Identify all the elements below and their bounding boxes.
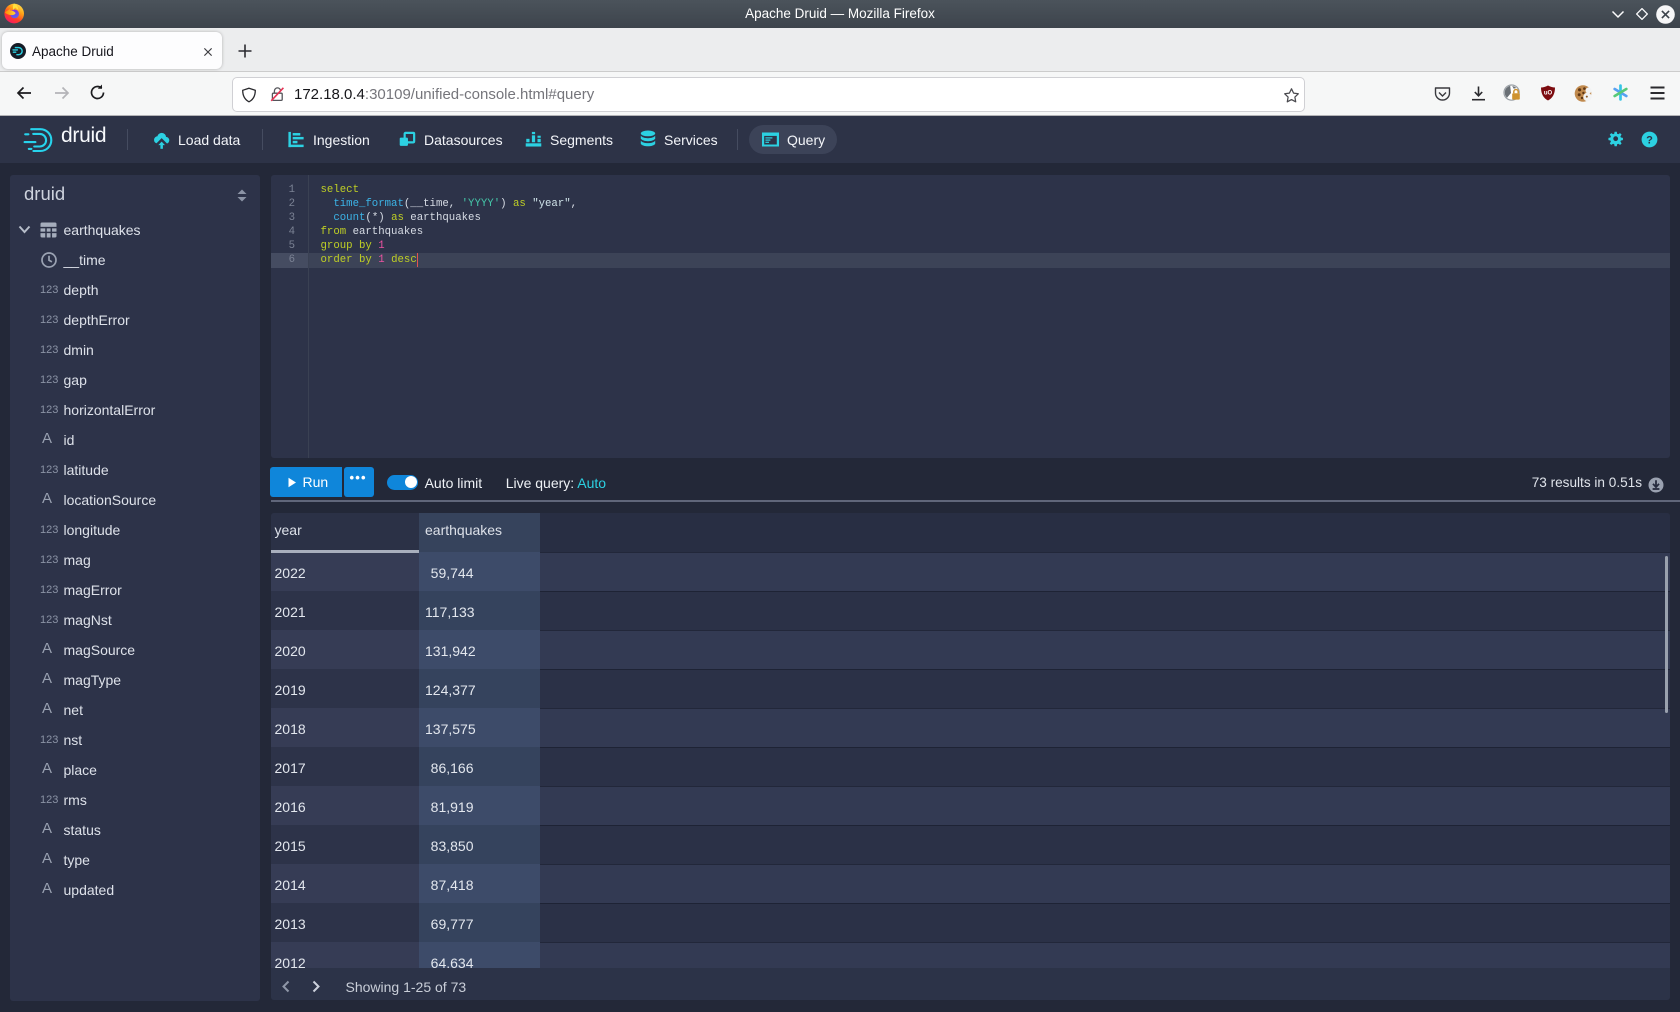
svg-text:?: ? [1646,134,1653,146]
svg-text:uO: uO [1544,91,1553,97]
